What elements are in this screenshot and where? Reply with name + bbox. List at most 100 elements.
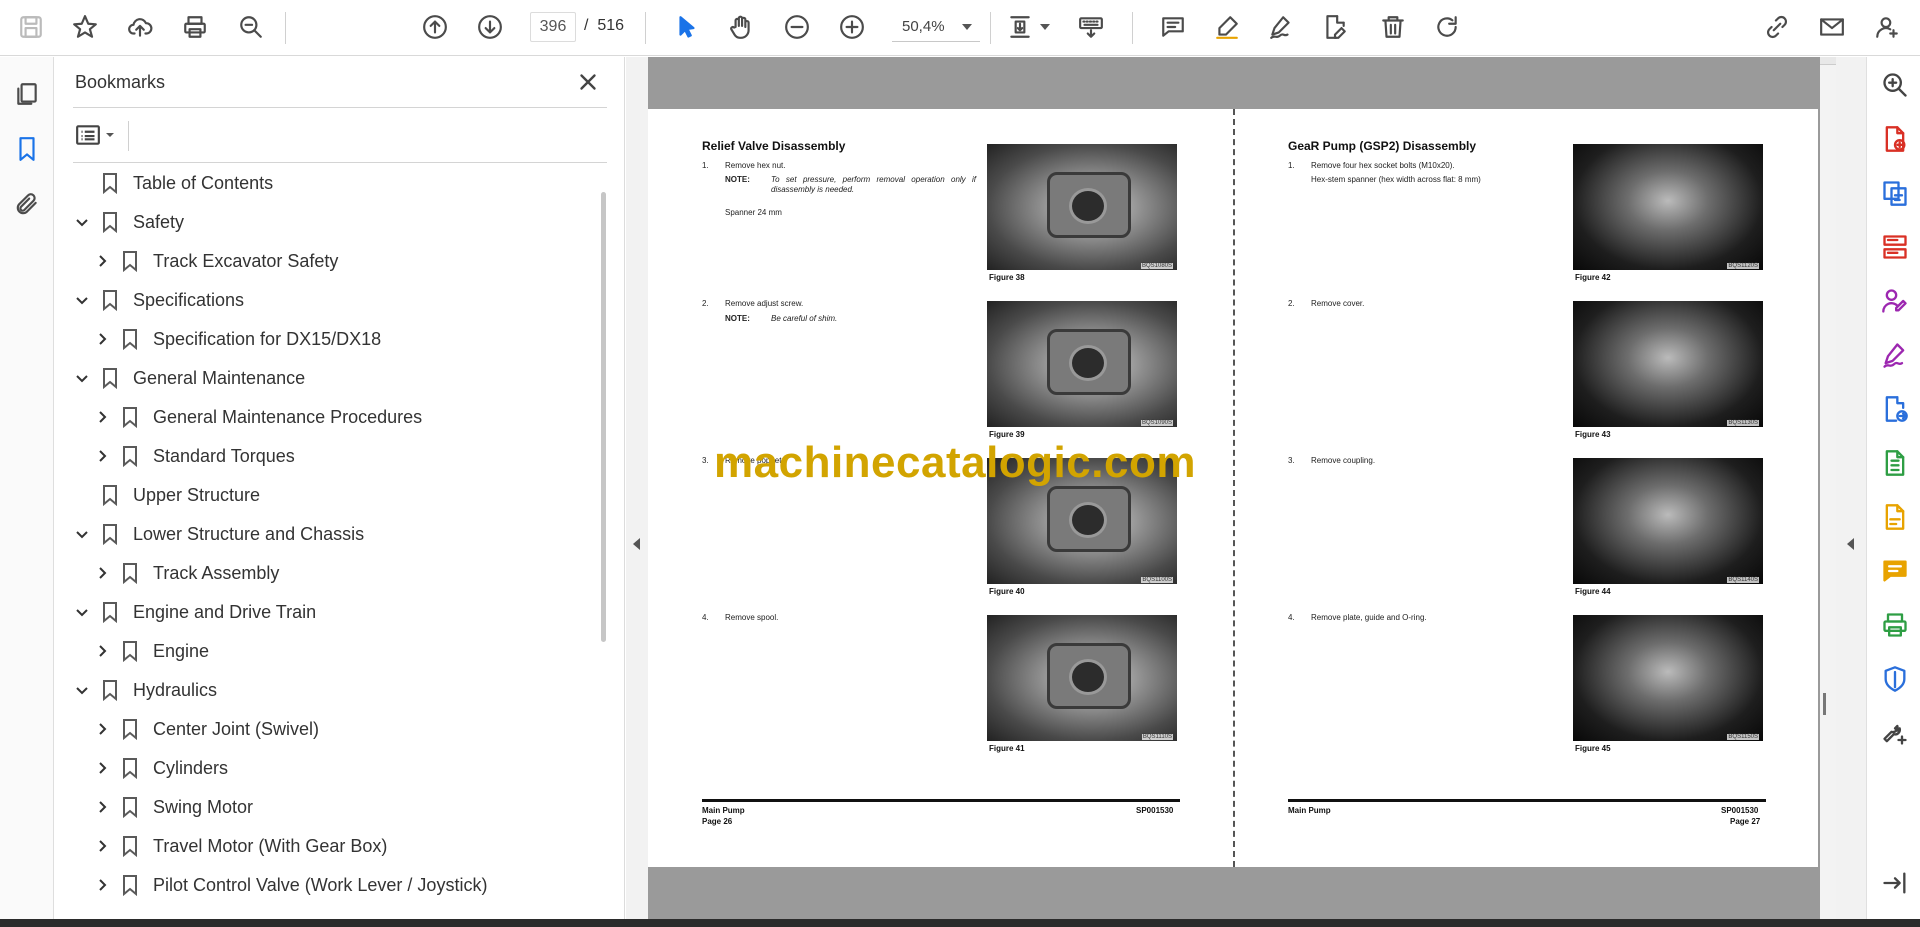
bookmark-tree: Table of Contents Safety Track Excavator S… bbox=[55, 167, 603, 912]
close-icon[interactable] bbox=[575, 69, 601, 95]
create-pdf-icon[interactable] bbox=[1879, 123, 1911, 155]
footer-doc-code: SP001530 bbox=[1721, 806, 1759, 815]
send-for-review-icon[interactable] bbox=[1879, 393, 1911, 425]
chevron-down-icon[interactable] bbox=[75, 527, 89, 541]
bookmark-item[interactable]: Hydraulics bbox=[75, 675, 217, 705]
chevron-down-icon[interactable] bbox=[75, 683, 89, 697]
bookmark-icon[interactable] bbox=[10, 132, 44, 166]
bookmark-item[interactable]: Engine bbox=[95, 636, 209, 666]
scrollbar-thumb[interactable] bbox=[1823, 693, 1826, 715]
upload-icon[interactable] bbox=[123, 10, 157, 44]
left-panel-collapse-handle[interactable] bbox=[626, 57, 648, 919]
chevron-right-icon[interactable] bbox=[95, 254, 109, 268]
rotate-icon[interactable] bbox=[1430, 10, 1464, 44]
compress-icon[interactable] bbox=[1879, 447, 1911, 479]
share-link-icon[interactable] bbox=[1760, 10, 1794, 44]
chevron-down-icon[interactable] bbox=[75, 605, 89, 619]
sign-icon[interactable] bbox=[1264, 10, 1298, 44]
bookmark-item[interactable]: Engine and Drive Train bbox=[75, 597, 316, 627]
delete-icon[interactable] bbox=[1376, 10, 1410, 44]
chevron-down-icon[interactable] bbox=[75, 215, 89, 229]
figure-code: BQS1130S bbox=[1727, 420, 1759, 426]
export-file-icon[interactable] bbox=[1879, 501, 1911, 533]
zoom-tool-icon[interactable] bbox=[1879, 69, 1911, 101]
bookmark-item[interactable]: Upper Structure bbox=[75, 480, 260, 510]
bookmark-item[interactable]: Lower Structure and Chassis bbox=[75, 519, 364, 549]
select-cursor-icon[interactable] bbox=[670, 10, 704, 44]
document-viewport[interactable]: Relief Valve Disassembly 1. Remove hex n… bbox=[648, 57, 1836, 919]
bookmark-label: Track Assembly bbox=[153, 562, 280, 583]
print-icon[interactable] bbox=[178, 10, 212, 44]
chevron-down-icon[interactable] bbox=[75, 371, 89, 385]
bookmark-item[interactable]: Cylinders bbox=[95, 753, 228, 783]
request-signature-icon[interactable] bbox=[1879, 339, 1911, 371]
expand-panel-icon[interactable] bbox=[1879, 867, 1911, 899]
zoom-in-icon[interactable] bbox=[835, 10, 869, 44]
print-production-icon[interactable] bbox=[1879, 609, 1911, 641]
document-scrollbar[interactable] bbox=[1820, 57, 1836, 919]
bookmark-item[interactable]: Table of Contents bbox=[75, 168, 273, 198]
highlight-icon[interactable] bbox=[1210, 10, 1244, 44]
chevron-right-icon[interactable] bbox=[95, 332, 109, 346]
chevron-down-icon[interactable] bbox=[75, 293, 89, 307]
bookmark-item[interactable]: General Maintenance Procedures bbox=[95, 402, 422, 432]
page-count: / 516 bbox=[584, 17, 624, 35]
chevron-right-icon[interactable] bbox=[95, 566, 109, 580]
bookmark-item[interactable]: Center Joint (Swivel) bbox=[95, 714, 319, 744]
protect-icon[interactable] bbox=[1879, 663, 1911, 695]
bookmark-item[interactable]: Specifications bbox=[75, 285, 244, 315]
fill-sign-icon[interactable] bbox=[1879, 285, 1911, 317]
step-note: NOTE: Be careful of shim. bbox=[725, 314, 985, 326]
chevron-down-icon[interactable] bbox=[962, 24, 972, 30]
bookmark-options-button[interactable] bbox=[75, 120, 121, 150]
bookmark-label: Specification for DX15/DX18 bbox=[153, 328, 382, 349]
chevron-right-icon[interactable] bbox=[95, 644, 109, 658]
page-up-icon[interactable] bbox=[418, 10, 452, 44]
chevron-right-icon[interactable] bbox=[95, 839, 109, 853]
keyboard-icon[interactable] bbox=[1074, 10, 1108, 44]
step-number: 1. bbox=[1288, 161, 1295, 170]
account-icon[interactable] bbox=[1870, 10, 1904, 44]
bookmark-item[interactable]: Standard Torques bbox=[95, 441, 295, 471]
left-navigation-rail bbox=[0, 57, 54, 919]
note-label: NOTE: bbox=[725, 314, 750, 323]
fit-page-icon[interactable] bbox=[1003, 10, 1037, 44]
attachment-icon[interactable] bbox=[10, 187, 44, 221]
step-number: 3. bbox=[702, 456, 709, 465]
bookmark-item[interactable]: Swing Motor bbox=[95, 792, 253, 822]
hand-icon[interactable] bbox=[724, 10, 758, 44]
chevron-right-icon[interactable] bbox=[95, 800, 109, 814]
zoom-out-icon[interactable] bbox=[780, 10, 814, 44]
export-pdf-icon[interactable] bbox=[1879, 177, 1911, 209]
comment-icon[interactable] bbox=[1156, 10, 1190, 44]
chevron-right-icon[interactable] bbox=[95, 410, 109, 424]
bookmark-item[interactable]: Pilot Control Valve (Work Lever / Joysti… bbox=[95, 870, 487, 900]
bookmark-icon bbox=[121, 406, 139, 429]
pages-icon[interactable] bbox=[10, 77, 44, 111]
bookmark-item[interactable]: Track Excavator Safety bbox=[95, 246, 338, 276]
step-text: Remove hex nut. bbox=[725, 161, 786, 170]
page-number-input[interactable]: 396 bbox=[530, 12, 576, 42]
chevron-right-icon[interactable] bbox=[95, 449, 109, 463]
right-panel-expand-handle[interactable] bbox=[1836, 57, 1866, 919]
chevron-right-icon[interactable] bbox=[95, 761, 109, 775]
chevron-down-icon[interactable] bbox=[1040, 24, 1050, 30]
bookmark-item[interactable]: Specification for DX15/DX18 bbox=[95, 324, 381, 354]
star-icon[interactable] bbox=[68, 10, 102, 44]
more-tools-icon[interactable] bbox=[1879, 717, 1911, 749]
mail-icon[interactable] bbox=[1815, 10, 1849, 44]
bookmark-item[interactable]: Safety bbox=[75, 207, 184, 237]
bookmarks-scrollbar[interactable] bbox=[601, 192, 606, 642]
comment-tool-icon[interactable] bbox=[1879, 555, 1911, 587]
chevron-right-icon[interactable] bbox=[95, 722, 109, 736]
edit-pdf-icon[interactable] bbox=[1318, 10, 1352, 44]
bookmark-item[interactable]: General Maintenance bbox=[75, 363, 305, 393]
bookmark-item[interactable]: Track Assembly bbox=[95, 558, 279, 588]
save-icon[interactable] bbox=[14, 10, 48, 44]
zoom-search-icon[interactable] bbox=[234, 10, 268, 44]
chevron-right-icon[interactable] bbox=[95, 878, 109, 892]
page-down-icon[interactable] bbox=[473, 10, 507, 44]
organize-pages-icon[interactable] bbox=[1879, 231, 1911, 263]
bookmark-label: Engine and Drive Train bbox=[133, 601, 317, 622]
bookmark-item[interactable]: Travel Motor (With Gear Box) bbox=[95, 831, 387, 861]
